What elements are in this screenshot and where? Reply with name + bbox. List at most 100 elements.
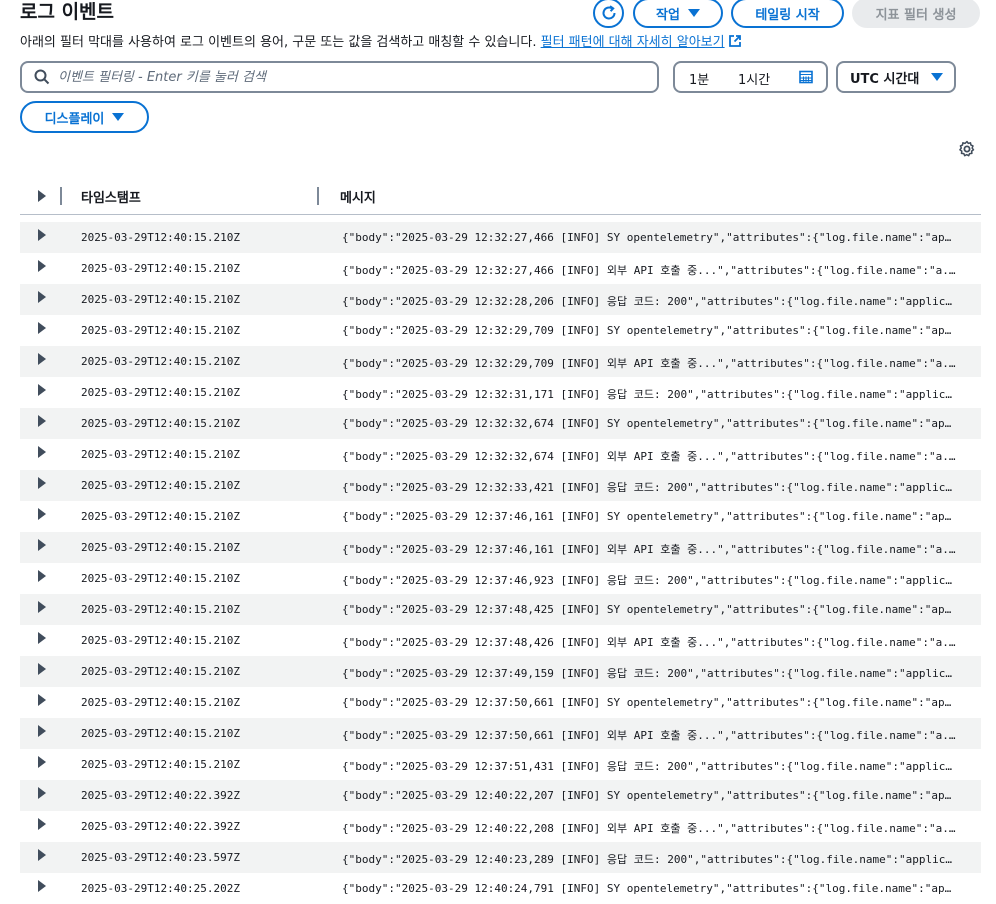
action-dropdown-button[interactable]: 작업	[633, 0, 723, 28]
row-timestamp: 2025-03-29T12:40:15.210Z	[81, 386, 240, 399]
column-header-timestamp[interactable]: 타임스탬프	[81, 187, 141, 206]
create-metric-filter-button[interactable]: 지표 필터 생성	[852, 0, 980, 28]
expand-row-icon[interactable]	[37, 818, 47, 830]
row-message: {"body":"2025-03-29 12:37:46,923 [INFO] …	[342, 574, 956, 587]
table-row[interactable]: 2025-03-29T12:40:15.210Z {"body":"2025-03…	[20, 687, 981, 718]
table-row[interactable]: 2025-03-29T12:40:15.210Z {"body":"2025-03…	[20, 253, 981, 284]
refresh-button[interactable]	[593, 0, 624, 28]
row-timestamp: 2025-03-29T12:40:15.210Z	[81, 355, 240, 368]
table-row[interactable]: 2025-03-29T12:40:15.210Z {"body":"2025-03…	[20, 470, 981, 501]
table-row[interactable]: 2025-03-29T12:40:15.210Z {"body":"2025-03…	[20, 315, 981, 346]
row-timestamp: 2025-03-29T12:40:22.392Z	[81, 789, 240, 802]
gear-icon[interactable]	[958, 140, 976, 158]
description-text: 아래의 필터 막대를 사용하여 로그 이벤트의 용어, 구문 또는 값을 검색하…	[20, 35, 537, 50]
expand-row-icon[interactable]	[37, 663, 47, 675]
table-row[interactable]: 2025-03-29T12:40:22.392Z {"body":"2025-03…	[20, 811, 981, 842]
expand-row-icon[interactable]	[37, 725, 47, 737]
expand-all-icon[interactable]	[37, 190, 47, 202]
row-timestamp: 2025-03-29T12:40:15.210Z	[81, 696, 240, 709]
table-row[interactable]: 2025-03-29T12:40:15.210Z {"body":"2025-03…	[20, 501, 981, 532]
expand-row-icon[interactable]	[37, 539, 47, 551]
filter-input[interactable]	[58, 69, 618, 85]
table-row[interactable]: 2025-03-29T12:40:15.210Z {"body":"2025-03…	[20, 718, 981, 749]
learn-more-label: 필터 패턴에 대해 자세히 알아보기	[540, 35, 725, 50]
table-row[interactable]: 2025-03-29T12:40:22.392Z {"body":"2025-03…	[20, 780, 981, 811]
row-timestamp: 2025-03-29T12:40:15.210Z	[81, 479, 240, 492]
time-range-selector[interactable]: 1분 1시간	[673, 61, 828, 93]
row-timestamp: 2025-03-29T12:40:25.202Z	[81, 882, 240, 895]
row-message: {"body":"2025-03-29 12:40:22,207 [INFO] …	[342, 789, 956, 802]
row-timestamp: 2025-03-29T12:40:15.210Z	[81, 727, 240, 740]
expand-row-icon[interactable]	[37, 446, 47, 458]
column-header-message[interactable]: 메시지	[340, 187, 376, 206]
row-timestamp: 2025-03-29T12:40:23.597Z	[81, 851, 240, 864]
expand-row-icon[interactable]	[37, 322, 47, 334]
range-1-minute[interactable]: 1분	[689, 69, 709, 88]
expand-row-icon[interactable]	[37, 477, 47, 489]
tail-label: 테일링 시작	[755, 7, 820, 23]
row-message: {"body":"2025-03-29 12:37:50,661 [INFO] …	[342, 696, 956, 709]
expand-row-icon[interactable]	[37, 570, 47, 582]
table-row[interactable]: 2025-03-29T12:40:15.210Z {"body":"2025-03…	[20, 377, 981, 408]
table-row[interactable]: 2025-03-29T12:40:15.210Z {"body":"2025-03…	[20, 346, 981, 377]
row-message: {"body":"2025-03-29 12:32:31,171 [INFO] …	[342, 388, 956, 401]
expand-row-icon[interactable]	[37, 229, 47, 241]
table-row[interactable]: 2025-03-29T12:40:15.210Z {"body":"2025-03…	[20, 563, 981, 594]
expand-row-icon[interactable]	[37, 353, 47, 365]
metric-filter-label: 지표 필터 생성	[875, 7, 957, 23]
row-message: {"body":"2025-03-29 12:32:32,674 [INFO] …	[342, 450, 956, 463]
row-message: {"body":"2025-03-29 12:37:50,661 [INFO] …	[342, 729, 956, 742]
table-row[interactable]: 2025-03-29T12:40:25.202Z {"body":"2025-03…	[20, 873, 981, 904]
row-timestamp: 2025-03-29T12:40:15.210Z	[81, 603, 240, 616]
expand-row-icon[interactable]	[37, 508, 47, 520]
range-1-hour[interactable]: 1시간	[738, 69, 770, 88]
row-timestamp: 2025-03-29T12:40:15.210Z	[81, 665, 240, 678]
display-dropdown-button[interactable]: 디스플레이	[20, 101, 149, 133]
row-message: {"body":"2025-03-29 12:37:51,431 [INFO] …	[342, 760, 956, 773]
column-divider[interactable]	[317, 187, 319, 205]
table-row[interactable]: 2025-03-29T12:40:15.210Z {"body":"2025-03…	[20, 222, 981, 253]
table-row[interactable]: 2025-03-29T12:40:15.210Z {"body":"2025-03…	[20, 749, 981, 780]
start-tailing-button[interactable]: 테일링 시작	[731, 0, 844, 28]
learn-more-link[interactable]: 필터 패턴에 대해 자세히 알아보기	[541, 35, 742, 50]
table-row[interactable]: 2025-03-29T12:40:15.210Z {"body":"2025-03…	[20, 284, 981, 315]
table-row[interactable]: 2025-03-29T12:40:15.210Z {"body":"2025-03…	[20, 625, 981, 656]
expand-row-icon[interactable]	[37, 756, 47, 768]
row-timestamp: 2025-03-29T12:40:15.210Z	[81, 541, 240, 554]
table-row[interactable]: 2025-03-29T12:40:15.210Z {"body":"2025-03…	[20, 656, 981, 687]
expand-row-icon[interactable]	[37, 601, 47, 613]
expand-row-icon[interactable]	[37, 415, 47, 427]
column-divider[interactable]	[60, 187, 62, 205]
row-message: {"body":"2025-03-29 12:32:33,421 [INFO] …	[342, 481, 956, 494]
row-timestamp: 2025-03-29T12:40:15.210Z	[81, 417, 240, 430]
calendar-icon[interactable]	[799, 70, 813, 84]
caret-down-icon	[687, 9, 700, 17]
expand-row-icon[interactable]	[37, 849, 47, 861]
expand-row-icon[interactable]	[37, 260, 47, 272]
expand-row-icon[interactable]	[37, 291, 47, 303]
row-timestamp: 2025-03-29T12:40:22.392Z	[81, 820, 240, 833]
expand-row-icon[interactable]	[37, 384, 47, 396]
row-message: {"body":"2025-03-29 12:32:27,466 [INFO] …	[342, 264, 956, 277]
table-row[interactable]: 2025-03-29T12:40:15.210Z {"body":"2025-03…	[20, 532, 981, 563]
row-message: {"body":"2025-03-29 12:37:46,161 [INFO] …	[342, 510, 956, 523]
expand-row-icon[interactable]	[37, 632, 47, 644]
table-row[interactable]: 2025-03-29T12:40:23.597Z {"body":"2025-03…	[20, 842, 981, 873]
row-timestamp: 2025-03-29T12:40:15.210Z	[81, 448, 240, 461]
expand-row-icon[interactable]	[37, 787, 47, 799]
row-message: {"body":"2025-03-29 12:32:29,709 [INFO] …	[342, 324, 956, 337]
table-row[interactable]: 2025-03-29T12:40:15.210Z {"body":"2025-03…	[20, 439, 981, 470]
expand-row-icon[interactable]	[37, 880, 47, 892]
row-timestamp: 2025-03-29T12:40:15.210Z	[81, 572, 240, 585]
table-row[interactable]: 2025-03-29T12:40:15.210Z {"body":"2025-03…	[20, 594, 981, 625]
row-message: {"body":"2025-03-29 12:37:48,425 [INFO] …	[342, 603, 956, 616]
row-message: {"body":"2025-03-29 12:32:32,674 [INFO] …	[342, 417, 956, 430]
filter-search-bar[interactable]	[20, 61, 659, 93]
expand-row-icon[interactable]	[37, 694, 47, 706]
table-row[interactable]: 2025-03-29T12:40:15.210Z {"body":"2025-03…	[20, 408, 981, 439]
row-timestamp: 2025-03-29T12:40:15.210Z	[81, 293, 240, 306]
row-timestamp: 2025-03-29T12:40:15.210Z	[81, 231, 240, 244]
refresh-icon	[602, 5, 615, 20]
action-label: 작업	[656, 7, 680, 23]
timezone-select[interactable]: UTC 시간대	[836, 61, 956, 93]
